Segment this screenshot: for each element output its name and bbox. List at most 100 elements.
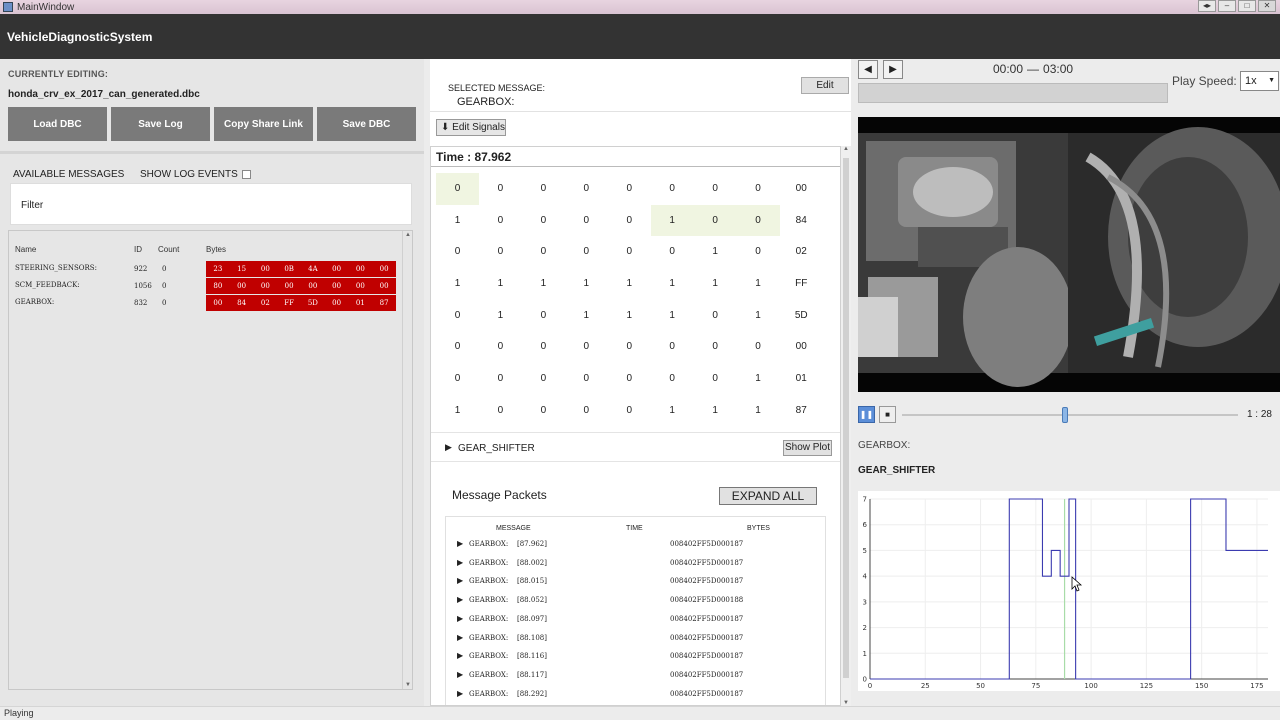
bit-cell[interactable]: 1 bbox=[479, 268, 522, 300]
bit-cell[interactable]: 1 bbox=[694, 268, 737, 300]
bit-cell[interactable]: 1 bbox=[737, 395, 780, 427]
scroll-up-icon[interactable]: ▲ bbox=[843, 146, 849, 152]
bit-cell[interactable]: 1 bbox=[522, 268, 565, 300]
bit-cell[interactable]: 1 bbox=[436, 205, 479, 237]
expand-triangle-icon[interactable]: ▶ bbox=[457, 558, 463, 567]
pause-icon[interactable]: ❚❚ bbox=[858, 406, 875, 423]
bit-cell[interactable]: 0 bbox=[522, 173, 565, 205]
bit-cell[interactable]: 0 bbox=[565, 363, 608, 395]
bit-cell[interactable]: 0 bbox=[522, 331, 565, 363]
packet-row[interactable]: ▶ GEARBOX: [88.292] 008402FF5D000187 bbox=[446, 685, 826, 704]
bit-cell[interactable]: 0 bbox=[436, 173, 479, 205]
bit-cell[interactable]: 0 bbox=[565, 173, 608, 205]
save-dbc-button[interactable]: Save DBC bbox=[317, 107, 416, 141]
signal-plot[interactable]: 0 25 50 75 100 125 150 175 0 1 2 3 4 5 6 7 bbox=[858, 491, 1280, 691]
bit-cell[interactable]: 1 bbox=[694, 236, 737, 268]
bit-cell[interactable]: 0 bbox=[436, 331, 479, 363]
bit-cell[interactable]: 1 bbox=[479, 300, 522, 332]
bit-cell[interactable]: 0 bbox=[565, 395, 608, 427]
bit-cell[interactable]: 1 bbox=[608, 300, 651, 332]
window-maximize-button[interactable]: □ bbox=[1238, 0, 1256, 12]
bit-cell[interactable]: 0 bbox=[565, 205, 608, 237]
bit-cell[interactable]: 0 bbox=[737, 173, 780, 205]
packet-row[interactable]: ▶ GEARBOX: [87.962] 008402FF5D000187 bbox=[446, 535, 826, 554]
expand-triangle-icon[interactable]: ▶ bbox=[457, 539, 463, 548]
show-plot-button[interactable]: Show Plot bbox=[783, 440, 832, 456]
bit-cell[interactable]: 1 bbox=[651, 268, 694, 300]
message-list-scrollbar[interactable]: ▲ ▼ bbox=[402, 231, 412, 689]
bit-cell[interactable]: 0 bbox=[479, 363, 522, 395]
save-log-button[interactable]: Save Log bbox=[111, 107, 210, 141]
bit-cell[interactable]: 0 bbox=[693, 204, 737, 237]
bit-cell[interactable]: 1 bbox=[436, 268, 479, 300]
scroll-up-icon[interactable]: ▲ bbox=[405, 232, 411, 238]
bit-cell[interactable]: 0 bbox=[737, 236, 780, 268]
scroll-down-icon[interactable]: ▼ bbox=[405, 682, 411, 688]
bit-cell[interactable]: 0 bbox=[694, 331, 737, 363]
bit-cell[interactable]: 1 bbox=[436, 395, 479, 427]
copy-share-link-button[interactable]: Copy Share Link bbox=[214, 107, 313, 141]
bit-cell[interactable]: 0 bbox=[436, 363, 479, 395]
scrollbar-thumb[interactable] bbox=[843, 158, 849, 678]
video-player[interactable] bbox=[858, 117, 1280, 392]
previous-segment-icon[interactable]: ◀ bbox=[858, 60, 878, 79]
packet-row[interactable]: ▶ GEARBOX: [88.116] 008402FF5D000187 bbox=[446, 647, 826, 666]
bit-cell[interactable]: 1 bbox=[737, 300, 780, 332]
bit-cell[interactable]: 0 bbox=[651, 173, 694, 205]
expand-triangle-icon[interactable]: ▶ bbox=[457, 670, 463, 679]
stop-icon[interactable]: ■ bbox=[879, 406, 896, 423]
bit-cell[interactable]: 0 bbox=[522, 363, 565, 395]
bit-cell[interactable]: 0 bbox=[522, 236, 565, 268]
detail-scrollbar[interactable]: ▲ ▼ bbox=[841, 146, 851, 706]
bit-cell[interactable]: 0 bbox=[522, 300, 565, 332]
bit-cell[interactable]: 0 bbox=[608, 236, 651, 268]
bit-cell[interactable]: 0 bbox=[479, 331, 522, 363]
segment-progress-bar[interactable] bbox=[858, 83, 1168, 103]
expand-all-button[interactable]: EXPAND ALL bbox=[719, 487, 817, 505]
bit-cell[interactable]: 0 bbox=[651, 236, 694, 268]
bit-cell[interactable]: 0 bbox=[694, 173, 737, 205]
packet-row[interactable]: ▶ GEARBOX: [88.015] 008402FF5D000187 bbox=[446, 572, 826, 591]
bit-cell[interactable]: 0 bbox=[694, 363, 737, 395]
bit-cell[interactable]: 1 bbox=[565, 300, 608, 332]
bit-cell[interactable]: 1 bbox=[651, 300, 694, 332]
bit-cell[interactable]: 1 bbox=[650, 204, 694, 237]
window-close-button[interactable]: ✕ bbox=[1258, 0, 1276, 12]
expand-triangle-icon[interactable]: ▶ bbox=[457, 633, 463, 642]
next-segment-icon[interactable]: ▶ bbox=[883, 60, 903, 79]
bit-cell[interactable]: 0 bbox=[479, 205, 522, 237]
packet-row[interactable]: ▶ GEARBOX: [88.097] 008402FF5D000187 bbox=[446, 610, 826, 629]
packet-row[interactable]: ▶ GEARBOX: [88.117] 008402FF5D000187 bbox=[446, 666, 826, 685]
seek-slider-handle[interactable] bbox=[1061, 407, 1068, 423]
bit-cell[interactable]: 0 bbox=[736, 204, 780, 237]
bit-cell[interactable]: 1 bbox=[565, 268, 608, 300]
bit-cell[interactable]: 0 bbox=[479, 173, 522, 205]
filter-input[interactable]: Filter bbox=[10, 183, 412, 225]
bit-cell[interactable]: 0 bbox=[522, 395, 565, 427]
bit-cell[interactable]: 0 bbox=[522, 205, 565, 237]
bit-cell[interactable]: 0 bbox=[565, 331, 608, 363]
expand-triangle-icon[interactable]: ▶ bbox=[457, 651, 463, 660]
expand-triangle-icon[interactable]: ▶ bbox=[457, 595, 463, 604]
seek-track[interactable] bbox=[902, 414, 1238, 416]
signal-row[interactable]: ▶ GEAR_SHIFTER Show Plot bbox=[431, 432, 840, 462]
bit-cell[interactable]: 0 bbox=[694, 300, 737, 332]
bit-cell[interactable]: 0 bbox=[608, 363, 651, 395]
show-log-events-checkbox[interactable] bbox=[241, 170, 251, 179]
window-minimize-button[interactable]: – bbox=[1218, 0, 1236, 12]
expand-triangle-icon[interactable]: ▶ bbox=[457, 614, 463, 623]
bit-cell[interactable]: 0 bbox=[651, 363, 694, 395]
load-dbc-button[interactable]: Load DBC bbox=[8, 107, 107, 141]
message-row[interactable]: STEERING_SENSORS: 922 0 23 15 00 0B 4A 00 00 00 bbox=[9, 261, 401, 277]
edit-signals-button[interactable]: ⬇ Edit Signals bbox=[436, 119, 506, 136]
window-extra-button[interactable]: ◂▸ bbox=[1198, 0, 1216, 12]
expand-triangle-icon[interactable]: ▶ bbox=[457, 576, 463, 585]
message-row[interactable]: SCM_FEEDBACK: 1056 0 80 00 00 00 00 00 00 00 bbox=[9, 278, 401, 294]
bit-cell[interactable]: 0 bbox=[608, 331, 651, 363]
bit-cell[interactable]: 1 bbox=[651, 395, 694, 427]
expand-triangle-icon[interactable]: ▶ bbox=[445, 442, 452, 453]
bit-cell[interactable]: 1 bbox=[694, 395, 737, 427]
edit-message-button[interactable]: Edit bbox=[801, 77, 849, 94]
bit-cell[interactable]: 0 bbox=[436, 236, 479, 268]
show-log-events-toggle[interactable]: SHOW LOG EVENTS bbox=[140, 169, 251, 180]
